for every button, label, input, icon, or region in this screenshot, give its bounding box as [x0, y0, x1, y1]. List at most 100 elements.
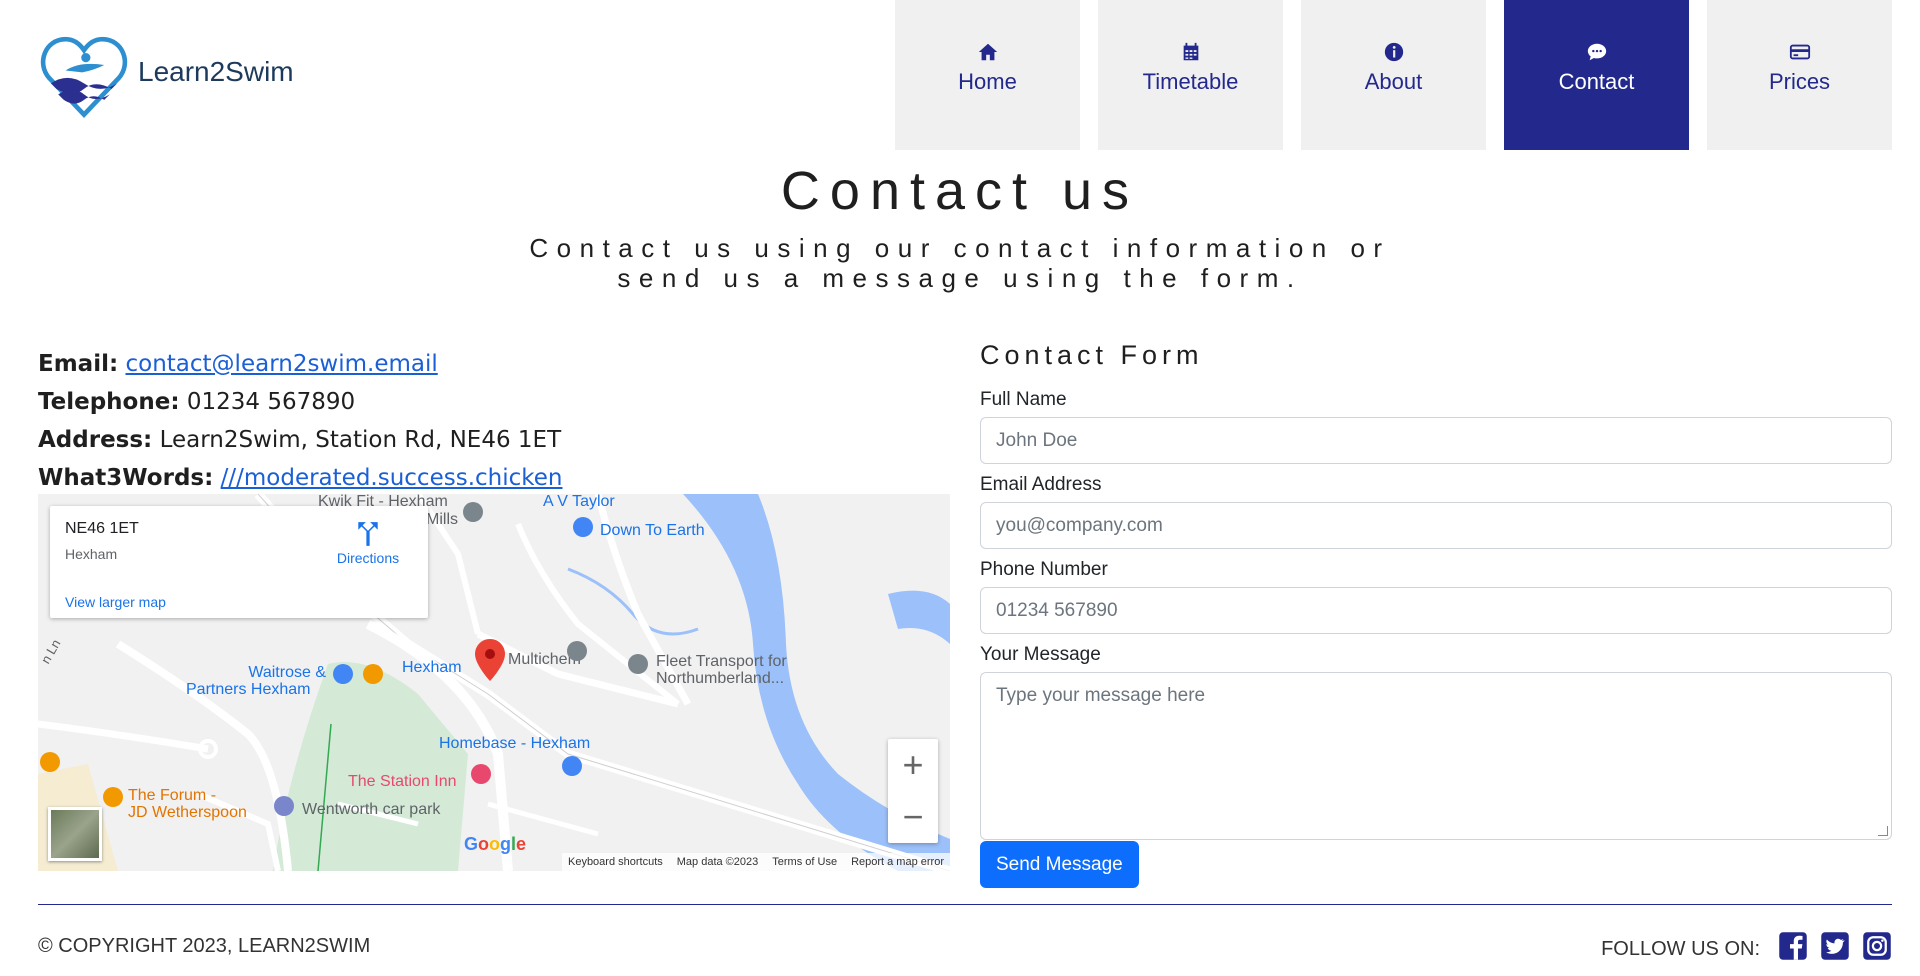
- instagram-link[interactable]: [1862, 931, 1892, 961]
- embedded-map[interactable]: Multichem Hexham Kwik Fit - Hexham Mills…: [38, 494, 950, 871]
- chat-icon: [1587, 43, 1606, 61]
- poi-fleet-2: Northumberland...: [656, 670, 785, 687]
- report-error-link[interactable]: Report a map error: [851, 856, 944, 868]
- nav-timetable[interactable]: Timetable: [1098, 0, 1283, 150]
- heart-wave-logo-icon: [40, 36, 128, 118]
- footer-divider: [38, 904, 1892, 905]
- directions-label: Directions: [336, 550, 400, 566]
- satellite-toggle-button[interactable]: [48, 807, 102, 861]
- phone-number-input[interactable]: 01234 567890: [980, 587, 1892, 634]
- email-address-input[interactable]: you@company.com: [980, 502, 1892, 549]
- map-card-town: Hexham: [65, 546, 118, 562]
- address-row: Address: Learn2Swim, Station Rd, NE46 1E…: [38, 421, 563, 459]
- nav-about-label: About: [1364, 69, 1423, 94]
- poi-car-park: Wentworth car park: [302, 801, 441, 818]
- email-label: Email:: [38, 351, 119, 377]
- nav-timetable-label: Timetable: [1142, 69, 1239, 94]
- poi-fleet-1: Fleet Transport for: [656, 653, 787, 670]
- brand-logo[interactable]: Learn2Swim: [38, 30, 294, 122]
- terms-link[interactable]: Terms of Use: [772, 856, 837, 868]
- facebook-link[interactable]: [1778, 931, 1808, 961]
- map-footer: Keyboard shortcuts Map data ©2023 Terms …: [561, 853, 950, 871]
- twitter-icon: [1821, 931, 1849, 960]
- message-label: Your Message: [980, 644, 1101, 665]
- page-title: Contact us: [780, 161, 1140, 221]
- shopping-marker-icon: [573, 517, 593, 537]
- poi-forum-1: The Forum -: [128, 787, 217, 804]
- shopping-marker-icon: [562, 756, 582, 776]
- nav-contact-label: Contact: [1558, 69, 1635, 94]
- info-icon: [1384, 42, 1403, 62]
- nav-prices[interactable]: Prices: [1707, 0, 1892, 150]
- poi-forum-2: JD Wetherspoon: [128, 804, 247, 821]
- restaurant-marker-icon: [103, 787, 123, 807]
- follow-label: FOLLOW US ON:: [1601, 938, 1760, 960]
- page-subtitle: Contact us using our contact information…: [529, 233, 1391, 293]
- form-title: Contact Form: [980, 340, 1204, 370]
- zoom-out-button[interactable]: −: [888, 791, 938, 843]
- poi-down-to-earth: Down To Earth: [600, 522, 705, 539]
- shopping-marker-icon: [333, 664, 353, 684]
- hotel-marker-icon: [471, 764, 491, 784]
- poi-waitrose-1: Waitrose &: [248, 664, 326, 681]
- home-icon: [978, 43, 997, 61]
- poi-av-taylor: A V Taylor: [543, 494, 615, 510]
- address-value: Learn2Swim, Station Rd, NE46 1ET: [159, 427, 562, 453]
- credit-card-icon: [1789, 44, 1810, 60]
- message-textarea[interactable]: Type your message here: [980, 672, 1892, 840]
- w3w-link[interactable]: ///moderated.success.chicken: [221, 465, 563, 491]
- send-message-button[interactable]: Send Message: [980, 841, 1139, 888]
- phone-number-label: Phone Number: [980, 559, 1108, 580]
- poi-waitrose-2: Partners Hexham: [186, 681, 311, 698]
- phone-row: Telephone: 01234 567890: [38, 383, 563, 421]
- w3w-row: What3Words: ///moderated.success.chicken: [38, 459, 563, 497]
- brand-name: Learn2Swim: [138, 56, 294, 87]
- full-name-label: Full Name: [980, 389, 1067, 410]
- cafe-marker-icon: [363, 664, 383, 684]
- nav-home[interactable]: Home: [895, 0, 1080, 150]
- poi-mills: Mills: [426, 511, 458, 528]
- calendar-icon: [1183, 42, 1198, 61]
- nav-home-label: Home: [958, 69, 1017, 94]
- contact-info: Email: contact@learn2swim.email Telephon…: [38, 345, 563, 497]
- facebook-icon: [1779, 931, 1807, 960]
- resize-handle-icon[interactable]: [1878, 826, 1888, 836]
- contact-form: Contact Form Full Name John Doe Email Ad…: [980, 340, 1892, 888]
- bar-marker-icon: [40, 752, 60, 772]
- email-address-label: Email Address: [980, 474, 1102, 495]
- nav-prices-label: Prices: [1768, 69, 1831, 94]
- map-info-card: NE46 1ET Hexham View larger map Directio…: [50, 506, 428, 618]
- copyright-text: © COPYRIGHT 2023, LEARN2SWIM: [38, 935, 371, 957]
- keyboard-shortcuts-link[interactable]: Keyboard shortcuts: [568, 856, 663, 868]
- parking-marker-icon: [274, 796, 294, 816]
- poi-marker-icon: [628, 654, 648, 674]
- location-pin-icon: [475, 639, 505, 681]
- instagram-icon: [1863, 931, 1891, 960]
- email-link[interactable]: contact@learn2swim.email: [125, 351, 437, 377]
- poi-hexham: Hexham: [402, 659, 462, 676]
- nav-contact[interactable]: Contact: [1504, 0, 1689, 150]
- directions-button[interactable]: Directions: [328, 520, 408, 566]
- poi-marker-icon: [567, 641, 587, 661]
- main-nav: Home Timetable About Contact Prices: [895, 0, 1892, 150]
- poi-marker-icon: [463, 502, 483, 522]
- full-name-input[interactable]: John Doe: [980, 417, 1892, 464]
- address-label: Address:: [38, 427, 153, 453]
- social-links: FOLLOW US ON:: [1601, 930, 1892, 961]
- zoom-in-button[interactable]: +: [888, 739, 938, 791]
- google-logo: Google: [464, 834, 527, 854]
- map-data-text: Map data ©2023: [676, 856, 759, 868]
- map-card-address: NE46 1ET: [65, 520, 139, 537]
- poi-homebase: Homebase - Hexham: [439, 735, 591, 752]
- directions-icon: [358, 522, 378, 546]
- message-placeholder: Type your message here: [996, 685, 1206, 706]
- view-larger-map-link[interactable]: View larger map: [65, 594, 166, 610]
- w3w-label: What3Words:: [38, 465, 214, 491]
- email-row: Email: contact@learn2swim.email: [38, 345, 563, 383]
- poi-station-inn: The Station Inn: [348, 773, 457, 790]
- phone-value: 01234 567890: [186, 389, 356, 415]
- map-zoom-controls: + −: [888, 739, 938, 843]
- nav-about[interactable]: About: [1301, 0, 1486, 150]
- phone-label: Telephone:: [38, 389, 180, 415]
- twitter-link[interactable]: [1820, 931, 1850, 961]
